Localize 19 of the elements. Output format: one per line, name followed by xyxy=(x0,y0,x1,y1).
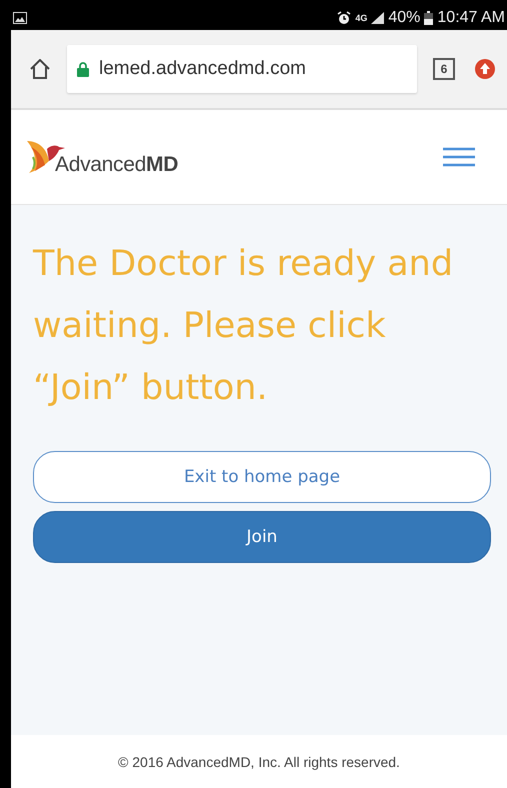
network-type-label: 4G xyxy=(355,13,368,23)
signal-icon xyxy=(371,12,384,24)
status-message: The Doctor is ready and waiting. Please click “Join” button. xyxy=(33,243,454,410)
tab-count-button[interactable]: 6 xyxy=(433,58,455,80)
upload-icon[interactable] xyxy=(475,59,495,79)
clock-time: 10:47 AM xyxy=(437,9,505,27)
url-text: lemed.advancedmd.com xyxy=(99,58,306,80)
lock-icon xyxy=(77,62,89,76)
menu-icon[interactable] xyxy=(443,147,475,167)
battery-icon xyxy=(424,11,434,25)
exit-button[interactable]: Exit to home page xyxy=(33,451,491,503)
image-notification-icon xyxy=(13,12,27,24)
copyright-text: © 2016 AdvancedMD, Inc. All rights reserved. xyxy=(118,754,400,770)
logo-text: AdvancedMD xyxy=(55,153,178,177)
battery-percent: 40% xyxy=(388,9,420,27)
home-icon[interactable] xyxy=(29,59,51,79)
join-button[interactable]: Join xyxy=(33,511,491,563)
address-bar[interactable]: lemed.advancedmd.com xyxy=(67,45,417,93)
alarm-icon xyxy=(337,11,352,25)
